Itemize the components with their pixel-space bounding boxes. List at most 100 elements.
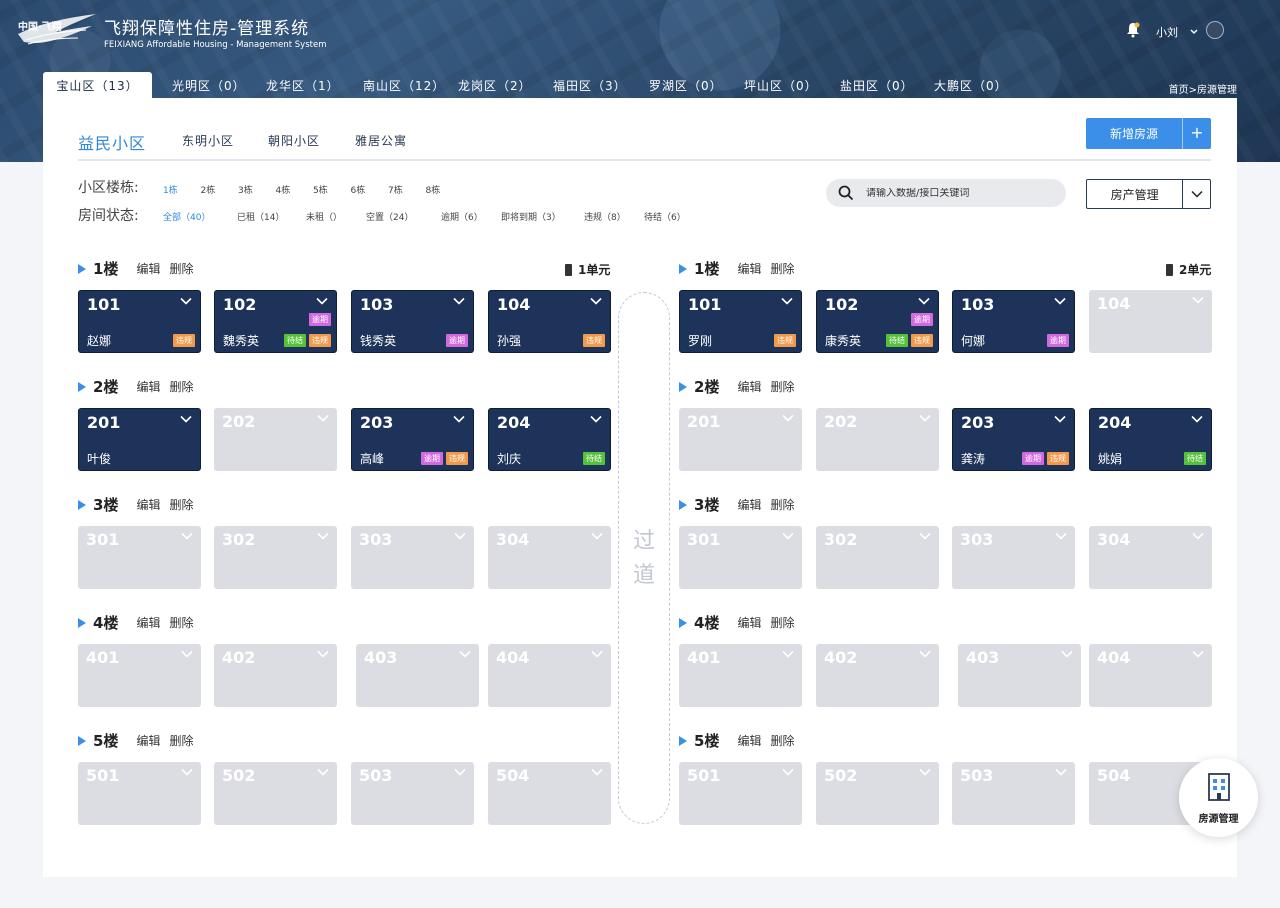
delete-floor-button[interactable]: 删除 (770, 732, 794, 749)
triangle-right-icon[interactable] (679, 499, 687, 510)
building-option[interactable]: 8栋 (426, 183, 441, 196)
avatar[interactable] (1206, 21, 1224, 39)
edit-floor-button[interactable]: 编辑 (136, 614, 160, 631)
username[interactable]: 小刘 (1156, 24, 1178, 40)
building-option[interactable]: 2栋 (201, 183, 216, 196)
delete-floor-button[interactable]: 删除 (770, 260, 794, 277)
chevron-down-icon[interactable] (1192, 295, 1204, 305)
chevron-down-icon[interactable] (454, 767, 466, 777)
district-tab[interactable]: 龙岗区（2） (458, 72, 532, 98)
room-card[interactable]: 201 (679, 408, 802, 471)
chevron-down-icon[interactable] (919, 649, 931, 659)
search-bar[interactable] (826, 179, 1066, 207)
delete-floor-button[interactable]: 删除 (169, 496, 193, 513)
chevron-down-icon[interactable] (453, 414, 465, 424)
chevron-down-icon[interactable] (919, 413, 931, 423)
building-option[interactable]: 4栋 (276, 183, 291, 196)
status-option[interactable]: 待结（6） (644, 210, 686, 223)
chevron-down-icon[interactable] (1182, 180, 1210, 208)
room-card[interactable]: 104 孙强 违规 (488, 290, 611, 353)
chevron-down-icon[interactable] (1191, 414, 1203, 424)
chevron-down-icon[interactable] (317, 531, 329, 541)
district-tab[interactable]: 盐田区（0） (840, 72, 914, 98)
edit-floor-button[interactable]: 编辑 (136, 732, 160, 749)
building-option[interactable]: 7栋 (388, 183, 403, 196)
room-card[interactable]: 102 康秀英 逾期 待结 违规 (816, 290, 939, 353)
status-option[interactable]: 未租（） (306, 210, 342, 223)
room-card[interactable]: 403 (356, 644, 479, 707)
chevron-down-icon[interactable] (1055, 531, 1067, 541)
chevron-down-icon[interactable] (919, 531, 931, 541)
room-card[interactable]: 504 (488, 762, 611, 825)
status-option[interactable]: 空置（24） (366, 210, 413, 223)
chevron-down-icon[interactable] (317, 413, 329, 423)
room-card[interactable]: 303 (952, 526, 1075, 589)
status-option[interactable]: 全部（40） (163, 210, 210, 223)
chevron-down-icon[interactable] (591, 767, 603, 777)
edit-floor-button[interactable]: 编辑 (136, 260, 160, 277)
room-card[interactable]: 101 罗刚 违规 (679, 290, 802, 353)
room-card[interactable]: 404 (1089, 644, 1212, 707)
edit-floor-button[interactable]: 编辑 (737, 496, 761, 513)
edit-floor-button[interactable]: 编辑 (136, 496, 160, 513)
building-option[interactable]: 5栋 (313, 183, 328, 196)
room-card[interactable]: 202 (214, 408, 337, 471)
room-card[interactable]: 104 (1089, 290, 1212, 353)
chevron-down-icon[interactable] (181, 649, 193, 659)
delete-floor-button[interactable]: 删除 (169, 614, 193, 631)
room-card[interactable]: 203 龚涛 逾期 违规 (952, 408, 1075, 471)
room-card[interactable]: 101 赵娜 违规 (78, 290, 201, 353)
community-tab[interactable]: 东明小区 (182, 132, 234, 149)
chevron-down-icon[interactable] (1192, 649, 1204, 659)
room-card[interactable]: 502 (214, 762, 337, 825)
chevron-down-icon[interactable] (782, 413, 794, 423)
building-option[interactable]: 3栋 (238, 183, 253, 196)
chevron-down-icon[interactable] (317, 649, 329, 659)
community-tab[interactable]: 雅居公寓 (355, 132, 407, 149)
property-management-select[interactable]: 房产管理 (1086, 179, 1211, 209)
room-card[interactable]: 103 何娜 逾期 (952, 290, 1075, 353)
chevron-down-icon[interactable] (919, 767, 931, 777)
delete-floor-button[interactable]: 删除 (770, 614, 794, 631)
edit-floor-button[interactable]: 编辑 (737, 260, 761, 277)
chevron-down-icon[interactable] (782, 649, 794, 659)
chevron-down-icon[interactable] (918, 296, 930, 306)
status-option[interactable]: 逾期（6） (441, 210, 483, 223)
chevron-down-icon[interactable] (590, 414, 602, 424)
room-card[interactable]: 404 (488, 644, 611, 707)
triangle-right-icon[interactable] (78, 617, 86, 628)
room-card[interactable]: 102 魏秀英 逾期 待结 违规 (214, 290, 337, 353)
room-card[interactable]: 302 (214, 526, 337, 589)
triangle-right-icon[interactable] (679, 735, 687, 746)
breadcrumb[interactable]: 首页>房源管理 (1169, 81, 1237, 96)
chevron-down-icon[interactable] (181, 767, 193, 777)
room-card[interactable]: 503 (351, 762, 474, 825)
chevron-down-icon[interactable] (316, 296, 328, 306)
room-card[interactable]: 301 (679, 526, 802, 589)
plus-icon[interactable]: + (1182, 118, 1211, 149)
community-tab[interactable]: 益民小区 (78, 130, 146, 154)
chevron-down-icon[interactable] (591, 649, 603, 659)
chevron-down-icon[interactable] (181, 531, 193, 541)
district-tab[interactable]: 宝山区（13） (43, 72, 152, 98)
chevron-down-icon[interactable] (1054, 414, 1066, 424)
chevron-down-icon[interactable] (180, 414, 192, 424)
chevron-down-icon[interactable] (1192, 531, 1204, 541)
triangle-right-icon[interactable] (679, 617, 687, 628)
building-option[interactable]: 6栋 (351, 183, 366, 196)
room-card[interactable]: 204 刘庆 待结 (488, 408, 611, 471)
district-tab[interactable]: 光明区（0） (172, 72, 246, 98)
delete-floor-button[interactable]: 删除 (770, 378, 794, 395)
chevron-down-icon[interactable] (781, 296, 793, 306)
room-card[interactable]: 503 (952, 762, 1075, 825)
chevron-down-icon[interactable] (1061, 649, 1073, 659)
district-tab[interactable]: 坪山区（0） (744, 72, 818, 98)
room-card[interactable]: 402 (816, 644, 939, 707)
triangle-right-icon[interactable] (679, 381, 687, 392)
delete-floor-button[interactable]: 删除 (770, 496, 794, 513)
district-tab[interactable]: 福田区（3） (553, 72, 627, 98)
chevron-down-icon[interactable] (180, 296, 192, 306)
status-option[interactable]: 即将到期（3） (501, 210, 561, 223)
edit-floor-button[interactable]: 编辑 (737, 732, 761, 749)
housing-management-fab[interactable]: 房源管理 (1179, 758, 1258, 837)
